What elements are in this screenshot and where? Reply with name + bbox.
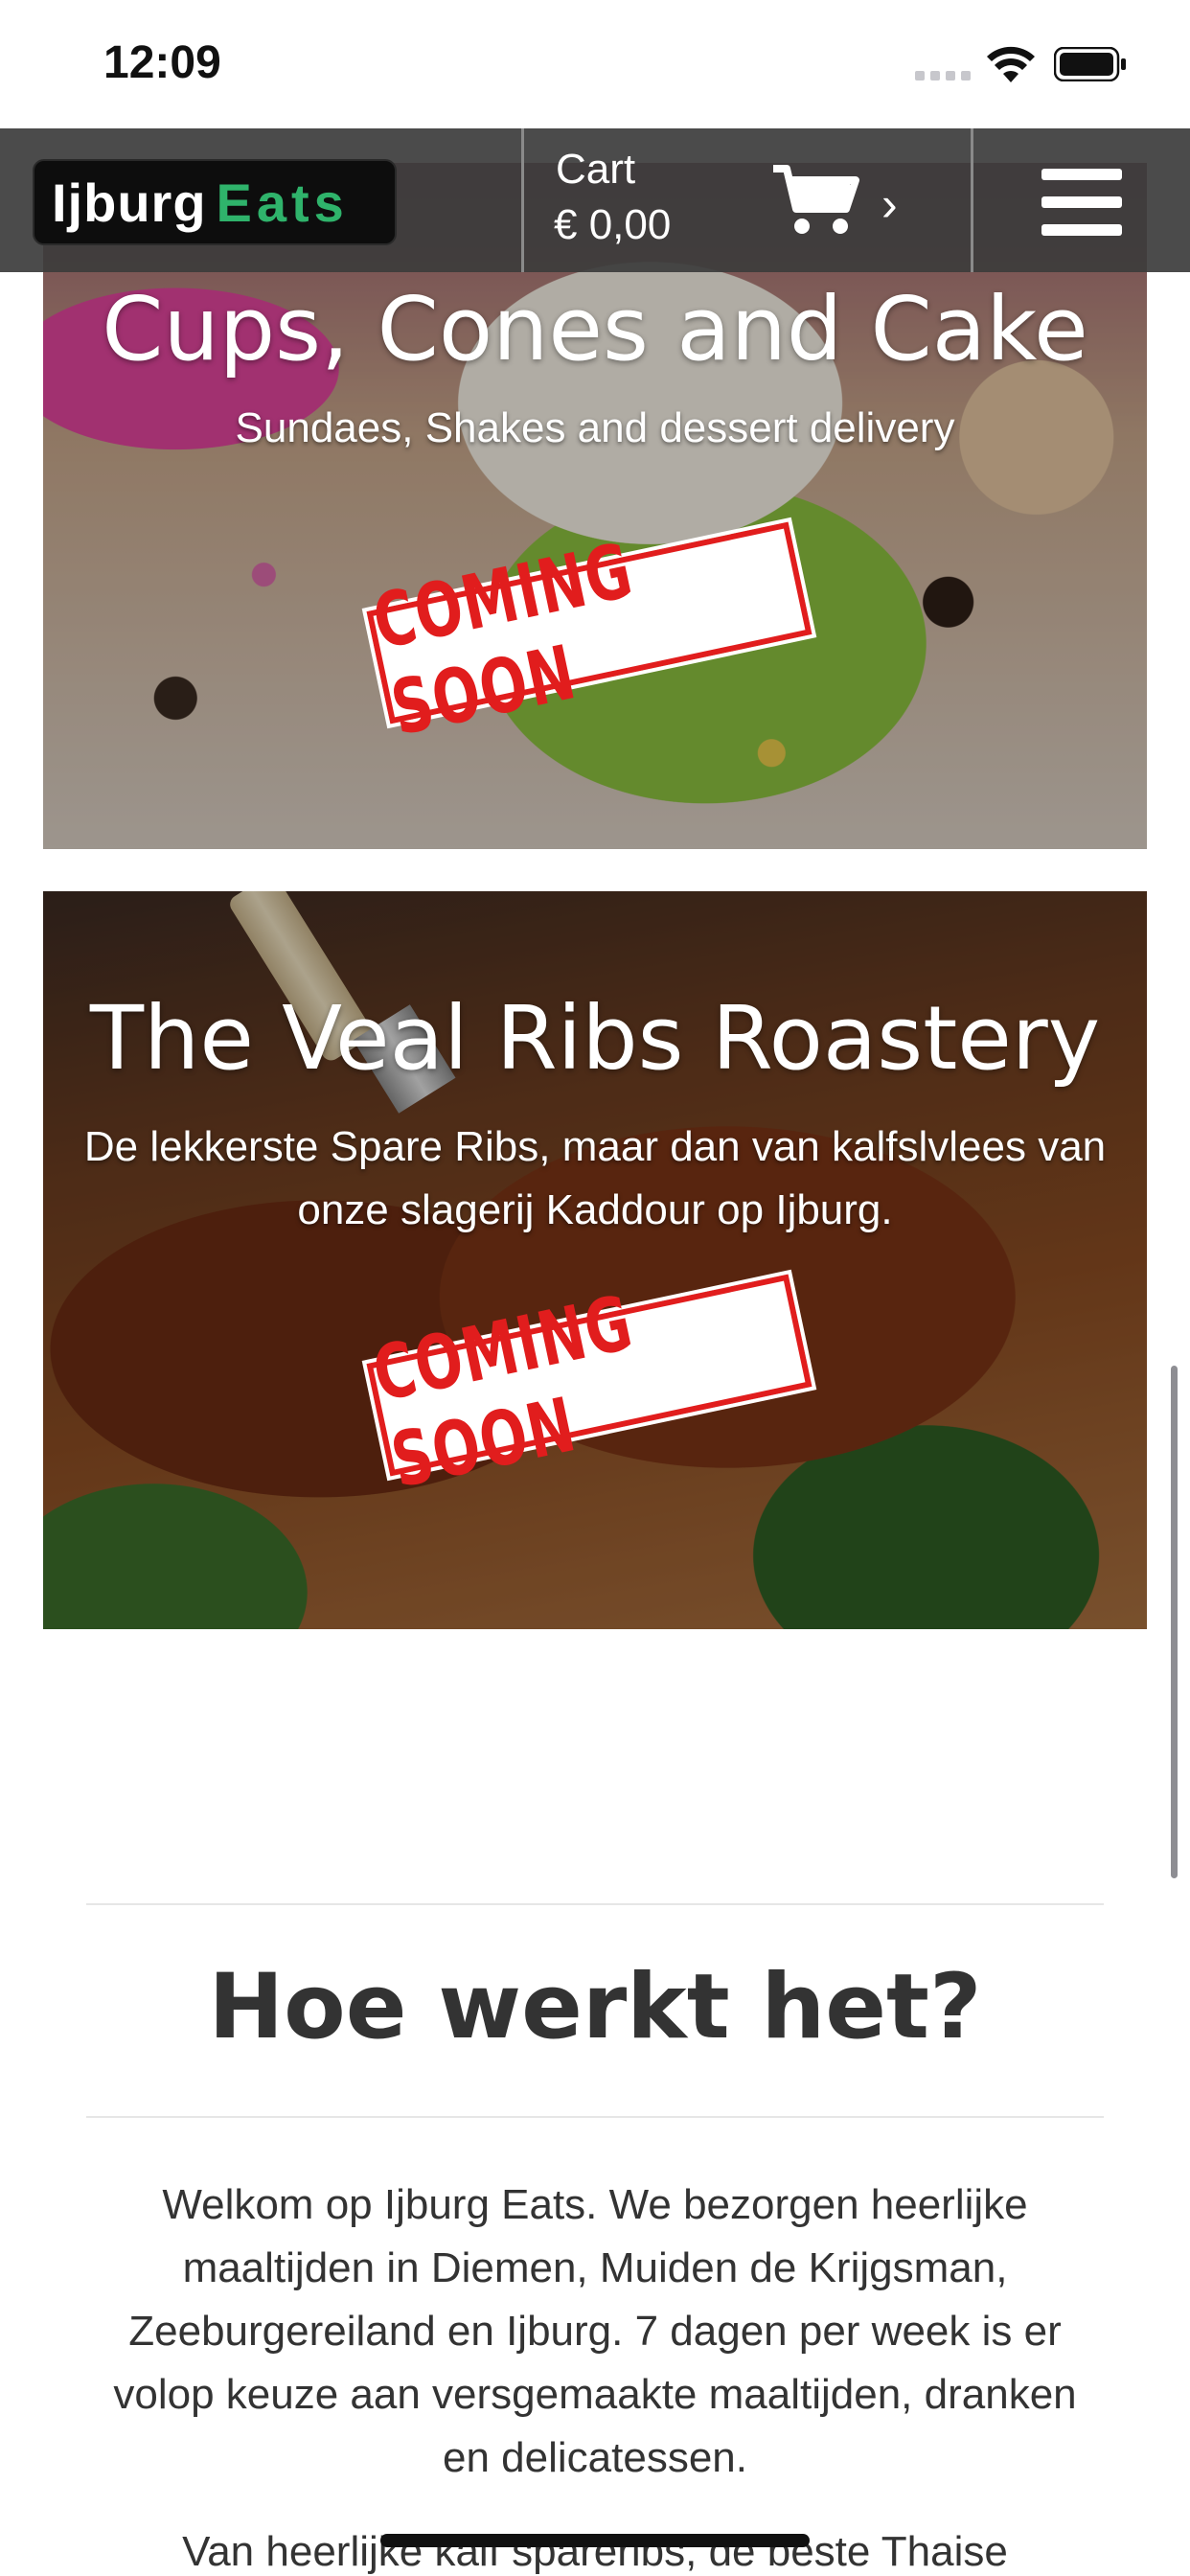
- cellular-signal-icon: [915, 71, 971, 80]
- restaurant-card-veal-ribs-roastery[interactable]: The Veal Ribs Roastery De lekkerste Spar…: [43, 891, 1147, 1629]
- cart-chevron-icon[interactable]: ›: [881, 176, 898, 232]
- status-time: 12:09: [103, 37, 221, 88]
- restaurant-subtitle: De lekkerste Spare Ribs, maar dan van ka…: [83, 1123, 1107, 1233]
- battery-icon: [1054, 47, 1126, 81]
- section-divider-bottom: [86, 2116, 1104, 2118]
- status-bar: 12:09: [0, 0, 1190, 128]
- restaurant-subtitle: Sundaes, Shakes and dessert delivery: [235, 404, 955, 451]
- how-it-works-heading: Hoe werkt het?: [208, 1955, 982, 2059]
- scrollbar[interactable]: [1171, 1366, 1178, 1878]
- site-header: Ijburg Eats Cart € 0,00 ›: [0, 128, 1190, 272]
- intro-paragraph-2: Van heerlijke kalf spareribs, de beste T…: [182, 2528, 1008, 2575]
- section-divider-top: [86, 1903, 1104, 1905]
- home-indicator[interactable]: [380, 2534, 810, 2547]
- logo-text-ijburg: Ijburg: [52, 172, 207, 233]
- intro-paragraph: Welkom op Ijburg Eats. We bezorgen heerl…: [113, 2181, 1077, 2481]
- restaurant-title: The Veal Ribs Roastery: [89, 987, 1101, 1090]
- app-screen: 12:09 Cups, Cones and Cake Sundaes, Shak…: [0, 0, 1190, 2576]
- cart-label[interactable]: Cart: [556, 146, 635, 194]
- shopping-cart-icon[interactable]: [771, 163, 859, 240]
- restaurant-title: Cups, Cones and Cake: [102, 278, 1088, 380]
- cart-amount[interactable]: € 0,00: [554, 201, 671, 249]
- hamburger-menu-icon[interactable]: [1041, 169, 1122, 236]
- logo-text-eats: Eats: [216, 172, 349, 233]
- wifi-icon: [987, 46, 1035, 82]
- header-divider: [971, 128, 973, 272]
- ijburg-eats-logo[interactable]: Ijburg Eats: [33, 159, 397, 245]
- header-divider: [521, 128, 524, 272]
